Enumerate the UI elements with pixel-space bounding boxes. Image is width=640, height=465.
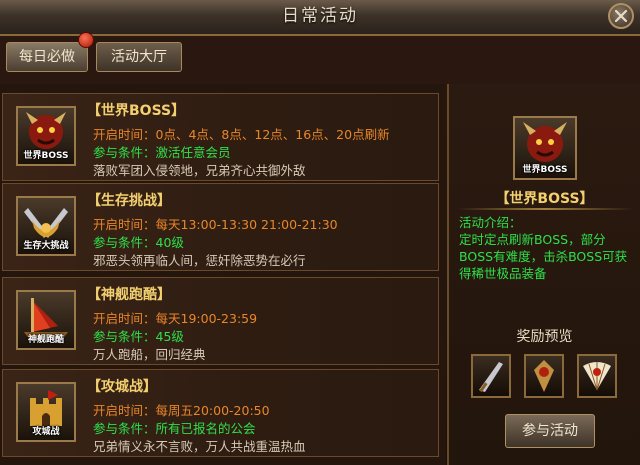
window-title: 日常活动 [282,6,358,26]
condition-label: 参与条件： [93,421,156,436]
open-time-label: 开启时间： [93,217,156,232]
condition-value: 激活任意会员 [155,145,231,160]
siege-war-icon: 攻城战 [16,382,76,442]
condition-row: 参与条件：激活任意会员 [93,142,231,161]
condition-row: 参与条件：40级 [93,232,184,251]
reward-slot[interactable] [577,354,617,398]
open-time-value: 每周五20:00-20:50 [155,403,270,418]
join-activity-button[interactable]: 参与活动 [505,414,595,448]
reward-slot[interactable] [471,354,511,398]
fan-icon [583,362,611,391]
reward-preview-title: 奖励预览 [516,329,573,345]
world-boss-icon: 世界BOSS [16,106,76,166]
intro-text: 定时定点刷新BOSS，部分BOSS有难度，击杀BOSS可获得稀世极品装备 [459,232,628,281]
condition-label: 参与条件： [93,145,156,160]
close-icon [615,10,627,22]
activity-title: 【攻城战】 [87,379,157,395]
condition-value: 40级 [155,235,184,250]
activity-card-world-boss[interactable]: 世界BOSS 【世界BOSS】 开启时间：0点、4点、8点、12点、16点、20… [2,93,439,181]
icon-caption: 攻城战 [32,427,60,437]
detail-name: 【世界BOSS】 [495,191,594,207]
activity-title: 【世界BOSS】 [87,103,186,119]
activity-description: 兄弟情义永不言败，万人共战重温热血 [93,439,306,454]
sword-icon [479,362,503,393]
tab-activity-hall[interactable]: 活动大厅 [96,42,182,72]
activity-card-survival[interactable]: 生存大挑战 【生存挑战】 开启时间：每天13:00-13:30 21:00-21… [2,183,439,271]
open-time-row: 开启时间：0点、4点、8点、12点、16点、20点刷新 [93,124,390,143]
condition-label: 参与条件： [93,235,156,250]
detail-panel: 世界BOSS 【世界BOSS】 活动介绍： 定时定点刷新BOSS，部分BOSS有… [447,84,640,465]
open-time-label: 开启时间： [93,127,156,142]
activity-window: 日常活动 每日必做 活动大厅 世界BOSS 【世界BOSS】 开启时间：0点、4… [0,0,640,465]
open-time-value: 每天13:00-13:30 21:00-21:30 [155,217,338,232]
icon-caption: 神舰跑酷 [27,335,64,345]
open-time-value: 每天19:00-23:59 [155,311,258,326]
world-boss-icon: 世界BOSS [513,116,577,180]
ship-parkour-icon: 神舰跑酷 [16,290,76,350]
open-time-row: 开启时间：每周五20:00-20:50 [93,400,270,419]
icon-caption: 世界BOSS [522,165,568,175]
activity-card-ship-parkour[interactable]: 神舰跑酷 【神舰跑酷】 开启时间：每天19:00-23:59 参与条件：45级 … [2,277,439,365]
activity-title: 【生存挑战】 [87,193,171,209]
detail-intro: 活动介绍： 定时定点刷新BOSS，部分BOSS有难度，击杀BOSS可获得稀世极品… [459,214,635,282]
condition-row: 参与条件：所有已报名的公会 [93,418,256,437]
open-time-row: 开启时间：每天19:00-23:59 [93,308,257,327]
icon-caption: 生存大挑战 [23,241,69,251]
activity-description: 万人跑船，回归经典 [93,347,206,362]
amulet-icon [534,360,554,392]
condition-value: 所有已报名的公会 [155,421,256,436]
open-time-label: 开启时间： [93,403,156,418]
tab-row: 每日必做 活动大厅 [0,32,640,82]
activity-description: 邪恶头领再临人间，惩奸除恶势在必行 [93,253,306,268]
title-bar: 日常活动 [0,0,640,36]
open-time-value: 0点、4点、8点、12点、16点、20点刷新 [155,127,390,142]
open-time-label: 开启时间： [93,311,156,326]
condition-row: 参与条件：45级 [93,326,184,345]
divider [457,208,633,210]
open-time-row: 开启时间：每天13:00-13:30 21:00-21:30 [93,214,338,233]
close-button[interactable] [608,3,634,29]
activity-list: 世界BOSS 【世界BOSS】 开启时间：0点、4点、8点、12点、16点、20… [0,84,446,465]
intro-label: 活动介绍： [459,215,522,230]
condition-value: 45级 [155,329,184,344]
notification-dot-icon [78,32,94,48]
activity-title: 【神舰跑酷】 [87,287,171,303]
activity-description: 落败军团入侵领地，兄弟齐心共御外敌 [93,163,306,178]
icon-caption: 世界BOSS [23,151,69,161]
reward-slot[interactable] [524,354,564,398]
tab-daily[interactable]: 每日必做 [6,42,88,72]
activity-card-siege[interactable]: 攻城战 【攻城战】 开启时间：每周五20:00-20:50 参与条件：所有已报名… [2,369,439,457]
condition-label: 参与条件： [93,329,156,344]
survival-challenge-icon: 生存大挑战 [16,196,76,256]
